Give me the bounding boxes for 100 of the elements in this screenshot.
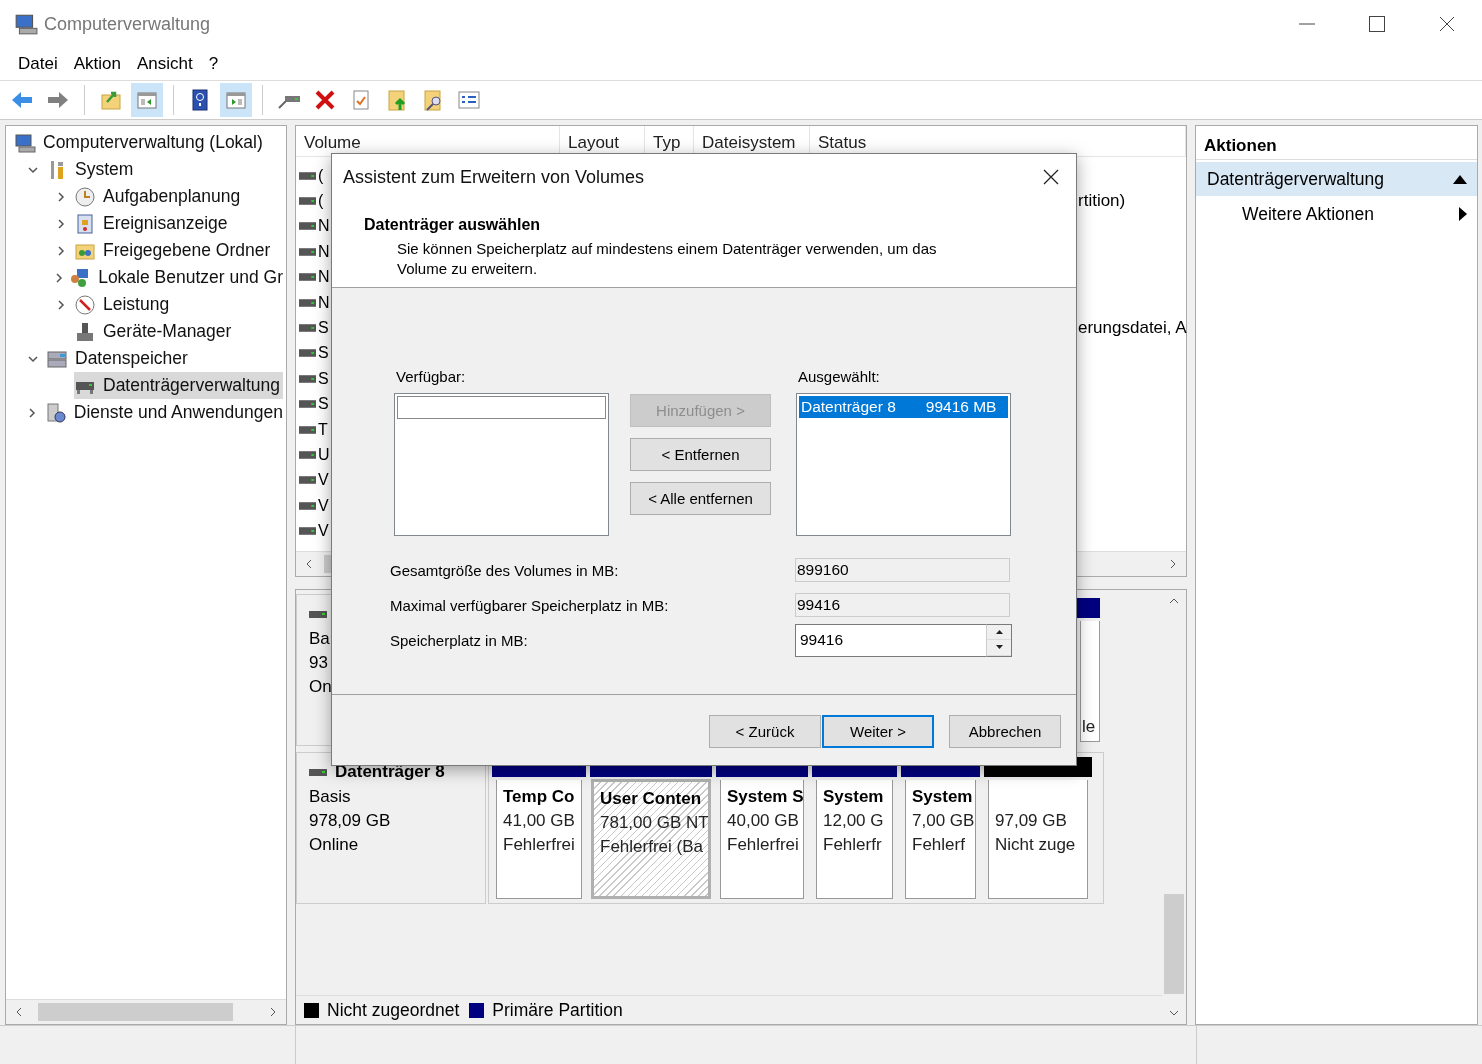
tree-item[interactable]: Datenträgerverwaltung	[74, 372, 284, 399]
chevron-right-icon[interactable]	[55, 244, 67, 257]
tree-item[interactable]: Ereignisanzeige	[74, 210, 231, 237]
partition-block[interactable]: le	[1077, 598, 1100, 742]
table-cell: (	[318, 192, 324, 211]
drive-icon	[309, 610, 327, 618]
dialog-button[interactable]: < Zurück	[709, 715, 821, 748]
readonly-field[interactable]: 899160	[795, 558, 1010, 582]
partition-name: Temp Co	[503, 786, 576, 808]
field-label: Gesamtgröße des Volumes in MB:	[390, 561, 620, 579]
scroll-up-icon[interactable]	[1169, 596, 1179, 606]
scroll-right-icon[interactable]	[1168, 559, 1178, 569]
legend-label: Nicht zugeordnet	[327, 999, 460, 1021]
table-cell: V	[318, 522, 329, 541]
dialog-button[interactable]: Weiter >	[822, 715, 934, 748]
window-title: Computerverwaltung	[44, 13, 211, 35]
disk-detail: Basis	[309, 786, 351, 808]
delete-icon	[313, 88, 337, 112]
table-cell: N	[318, 217, 330, 236]
actions-header: Aktionen	[1196, 126, 1477, 160]
drive-icon	[299, 197, 316, 206]
disk-detail: Ba	[309, 628, 330, 650]
drive-icon	[299, 476, 316, 485]
drive-icon	[299, 222, 316, 231]
drive-icon	[299, 273, 316, 282]
drive-icon	[299, 527, 316, 536]
menu-item[interactable]: Aktion	[65, 54, 129, 74]
partition-detail: Fehlerf	[912, 834, 966, 856]
menu-item[interactable]: Datei	[10, 54, 66, 74]
tree-item[interactable]: Dienste und Anwendungen	[44, 399, 286, 426]
partition-detail: Fehlerfr	[823, 834, 883, 856]
spin-field[interactable]: 99416	[795, 623, 986, 657]
partition-name: System	[823, 786, 885, 808]
dialog-description: Sie können Speicherplatz auf mindestens einem Datenträger verwenden, um das Volume zu erweitern.	[397, 239, 938, 279]
selected-list[interactable]: Datenträger 8 99416 MB	[796, 393, 1011, 536]
partition-detail: 7,00 GB	[912, 810, 975, 832]
available-list[interactable]	[394, 393, 609, 536]
chevron-right-icon[interactable]	[55, 217, 67, 230]
disk-detail: 93	[309, 652, 328, 674]
tree-item[interactable]: Freigegebene Ordner	[74, 237, 274, 264]
chevron-right-icon[interactable]	[55, 298, 67, 311]
drive-icon	[299, 298, 316, 307]
tree-item[interactable]: Leistung	[74, 291, 173, 318]
triangle-up-icon	[995, 629, 1003, 634]
partition-detail: 97,09 GB	[995, 810, 1068, 832]
table-cell: S	[318, 369, 329, 388]
move-button[interactable]: < Entfernen	[630, 438, 771, 471]
scroll-thumb[interactable]	[38, 1003, 233, 1021]
minimize-icon	[1299, 23, 1315, 25]
tree-item[interactable]: Computerverwaltung (Lokal)	[14, 129, 266, 156]
legend-label: Primäre Partition	[492, 999, 623, 1021]
move-button[interactable]: < Alle entfernen	[630, 482, 771, 515]
table-cell: N	[318, 268, 330, 287]
list-item[interactable]: Datenträger 8 99416 MB	[799, 396, 1008, 418]
close-icon	[1043, 169, 1059, 185]
actions-section[interactable]: Datenträgerverwaltung	[1196, 162, 1477, 196]
tree-item[interactable]: Geräte-Manager	[74, 318, 235, 345]
scroll-thumb[interactable]	[1164, 894, 1184, 994]
list-label: Verfügbar:	[395, 368, 467, 385]
tree-item[interactable]: System	[46, 156, 137, 183]
scroll-left-icon[interactable]	[14, 1007, 24, 1017]
partition-name: User Conten	[600, 788, 703, 810]
partition-detail: Fehlerfrei	[503, 834, 576, 856]
disk-detail: Online	[309, 834, 359, 856]
tree-item[interactable]: Datenspeicher	[46, 345, 191, 372]
triangle-down-icon	[995, 645, 1003, 650]
tree-item[interactable]: Aufgabenplanung	[74, 183, 244, 210]
drive-icon	[299, 171, 316, 180]
menu-item[interactable]: Ansicht	[128, 54, 201, 74]
table-cell: S	[318, 395, 329, 414]
partition-block[interactable]: 97,09 GB Nicht zuge	[984, 757, 1092, 899]
table-cell: (	[318, 166, 324, 185]
scroll-left-icon[interactable]	[304, 559, 314, 569]
scroll-right-icon[interactable]	[268, 1007, 278, 1017]
triangle-right-icon	[1459, 207, 1467, 221]
checklist-icon	[457, 88, 481, 112]
partition-name: System S	[727, 786, 803, 808]
table-cell: T	[318, 420, 328, 439]
horizontal-scrollbar[interactable]	[6, 999, 286, 1024]
action-item[interactable]: Weitere Aktionen	[1196, 196, 1477, 232]
table-cell: S	[318, 319, 329, 338]
drive-icon	[299, 324, 316, 333]
disk-detail: On	[309, 676, 332, 698]
partition-detail: Fehlerfrei (Ba	[600, 836, 704, 858]
table-cell: V	[318, 496, 329, 515]
scroll-down-icon[interactable]	[1169, 1008, 1179, 1018]
field-label: Speicherplatz in MB:	[390, 631, 529, 649]
clock-icon	[74, 185, 96, 208]
table-cell-text: rtition)	[1078, 191, 1127, 212]
partition-detail: le	[1082, 716, 1097, 738]
dialog-button[interactable]: Abbrechen	[949, 715, 1061, 748]
partition-detail: 40,00 GB	[727, 810, 800, 832]
menu-item[interactable]: ?	[200, 54, 227, 74]
readonly-field[interactable]: 99416	[795, 593, 1010, 617]
maximize-icon	[1369, 16, 1385, 32]
device-icon	[74, 320, 96, 343]
table-cell: N	[318, 242, 330, 261]
tree-item[interactable]: Lokale Benutzer und Gr	[69, 264, 286, 291]
chevron-right-icon[interactable]	[55, 190, 67, 203]
close-icon	[1439, 16, 1455, 32]
